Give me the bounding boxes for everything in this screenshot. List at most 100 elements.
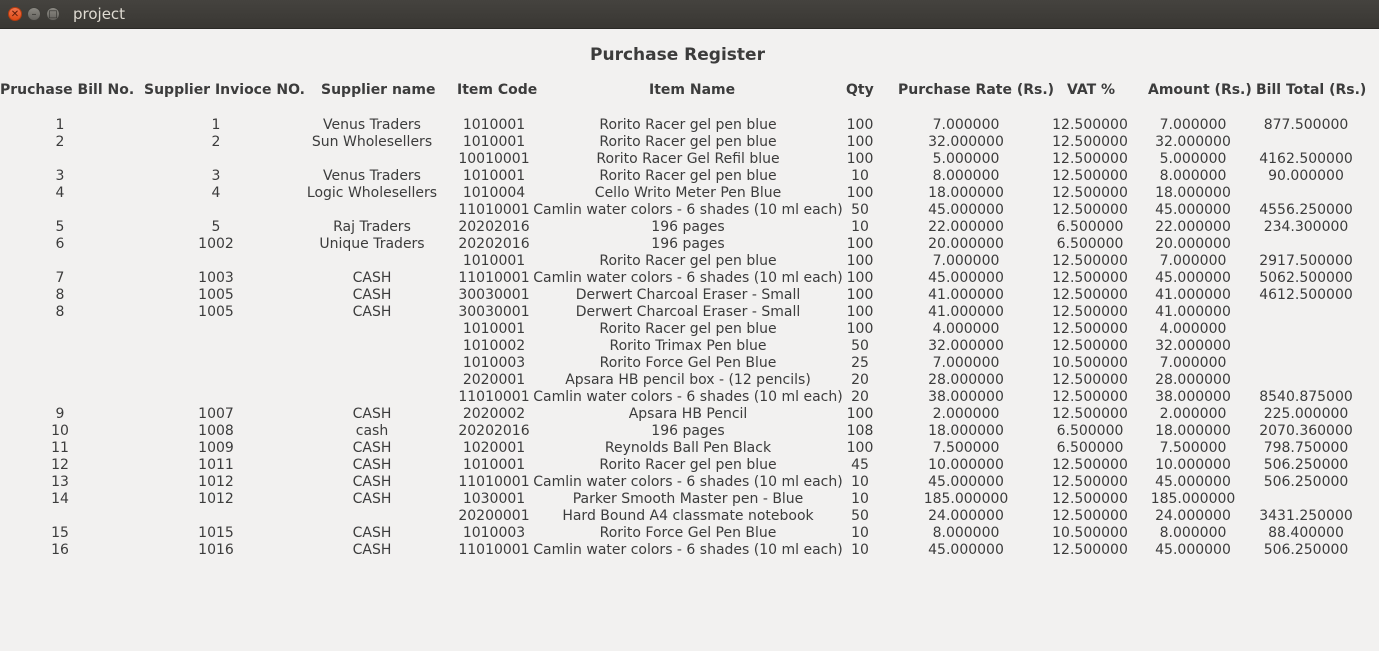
item-name-cell: Rorito Trimax Pen blue bbox=[609, 338, 767, 354]
item-code-cell: 11010001 bbox=[458, 474, 530, 490]
purchase-rate-cell: 7.000000 bbox=[932, 253, 1000, 269]
amount-cell: 28.000000 bbox=[1155, 372, 1231, 388]
table-row: 1010002 Rorito Trimax Pen blue 50 32.000000… bbox=[0, 338, 1379, 355]
invoice-no-cell: 1012 bbox=[198, 474, 234, 490]
bill-total-cell: 8540.875000 bbox=[1259, 389, 1353, 405]
qty-cell: 10 bbox=[851, 474, 869, 490]
bill-no-cell: 2 bbox=[55, 134, 65, 150]
qty-cell: 100 bbox=[846, 117, 874, 133]
item-code-cell: 11010001 bbox=[458, 202, 530, 218]
item-code-cell: 1010001 bbox=[462, 457, 526, 473]
close-icon[interactable]: ✕ bbox=[8, 7, 22, 21]
table-row: 8 1005 CASH 30030001 Derwert Charcoal Eraser… bbox=[0, 304, 1379, 321]
bill-no-cell: 5 bbox=[55, 219, 65, 235]
purchase-rate-cell: 24.000000 bbox=[928, 508, 1004, 524]
purchase-rate-cell: 7.000000 bbox=[932, 117, 1000, 133]
item-code-cell: 20202016 bbox=[458, 219, 530, 235]
purchase-rate-cell: 7.500000 bbox=[932, 440, 1000, 456]
bill-no-cell: 13 bbox=[51, 474, 69, 490]
vat-cell: 10.500000 bbox=[1052, 355, 1128, 371]
qty-cell: 10 bbox=[851, 168, 869, 184]
item-name-cell: Rorito Racer gel pen blue bbox=[599, 168, 777, 184]
minimize-icon[interactable]: – bbox=[27, 7, 41, 21]
supplier-name-cell: Sun Wholesellers bbox=[311, 134, 433, 150]
item-name-cell: Rorito Racer gel pen blue bbox=[599, 457, 777, 473]
amount-cell: 18.000000 bbox=[1155, 423, 1231, 439]
vat-cell: 12.500000 bbox=[1052, 372, 1128, 388]
item-code-cell: 30030001 bbox=[458, 287, 530, 303]
column-header-bill-no: Pruchase Bill No. bbox=[0, 82, 135, 98]
item-code-cell: 1010003 bbox=[462, 355, 526, 371]
maximize-icon[interactable]: □ bbox=[46, 7, 60, 21]
qty-cell: 100 bbox=[846, 134, 874, 150]
item-name-cell: Apsara HB Pencil bbox=[628, 406, 748, 422]
item-name-cell: Rorito Racer gel pen blue bbox=[599, 321, 777, 337]
item-code-cell: 1010004 bbox=[462, 185, 526, 201]
bill-total-cell: 88.400000 bbox=[1268, 525, 1344, 541]
table-row: 8 1005 CASH 30030001 Derwert Charcoal Eraser… bbox=[0, 287, 1379, 304]
vat-cell: 12.500000 bbox=[1052, 406, 1128, 422]
amount-cell: 8.000000 bbox=[1159, 525, 1227, 541]
table-row: 10010001 Rorito Racer Gel Refil blue 100 5.… bbox=[0, 151, 1379, 168]
qty-cell: 100 bbox=[846, 270, 874, 286]
item-code-cell: 20202016 bbox=[458, 423, 530, 439]
bill-no-cell: 10 bbox=[51, 423, 69, 439]
purchase-rate-cell: 18.000000 bbox=[928, 423, 1004, 439]
table-row: 3 3 Venus Traders 1010001 Rorito Racer gel p… bbox=[0, 168, 1379, 185]
item-code-cell: 11010001 bbox=[458, 270, 530, 286]
table-row: 15 1015 CASH 1010003 Rorito Force Gel Pen Bl… bbox=[0, 525, 1379, 542]
vat-cell: 12.500000 bbox=[1052, 321, 1128, 337]
purchase-rate-cell: 22.000000 bbox=[928, 219, 1004, 235]
item-code-cell: 1010001 bbox=[462, 117, 526, 133]
qty-cell: 25 bbox=[851, 355, 869, 371]
column-header-purchase-rate: Purchase Rate (Rs.) bbox=[898, 82, 1055, 98]
supplier-name-cell: CASH bbox=[352, 270, 392, 286]
amount-cell: 4.000000 bbox=[1159, 321, 1227, 337]
item-name-cell: Reynolds Ball Pen Black bbox=[604, 440, 772, 456]
item-name-cell: Rorito Racer Gel Refil blue bbox=[596, 151, 780, 167]
amount-cell: 38.000000 bbox=[1155, 389, 1231, 405]
bill-no-cell: 14 bbox=[51, 491, 69, 507]
item-code-cell: 30030001 bbox=[458, 304, 530, 320]
purchase-rate-cell: 7.000000 bbox=[932, 355, 1000, 371]
amount-cell: 7.000000 bbox=[1159, 117, 1227, 133]
window-title: project bbox=[73, 5, 126, 23]
purchase-rate-cell: 45.000000 bbox=[928, 270, 1004, 286]
bill-total-cell: 877.500000 bbox=[1263, 117, 1349, 133]
purchase-rate-cell: 5.000000 bbox=[932, 151, 1000, 167]
supplier-name-cell: CASH bbox=[352, 491, 392, 507]
invoice-no-cell: 1015 bbox=[198, 525, 234, 541]
column-header-item-code: Item Code bbox=[457, 82, 538, 98]
table-row: 5 5 Raj Traders 20202016 196 pages 10 22.00000… bbox=[0, 219, 1379, 236]
table-row: 9 1007 CASH 2020002 Apsara HB Pencil 100 2.000… bbox=[0, 406, 1379, 423]
bill-no-cell: 6 bbox=[55, 236, 65, 252]
supplier-name-cell: CASH bbox=[352, 457, 392, 473]
window-titlebar: ✕ – □ project bbox=[0, 0, 1379, 29]
item-code-cell: 2020001 bbox=[462, 372, 526, 388]
purchase-rate-cell: 45.000000 bbox=[928, 542, 1004, 558]
purchase-rate-cell: 8.000000 bbox=[932, 525, 1000, 541]
amount-cell: 32.000000 bbox=[1155, 134, 1231, 150]
item-name-cell: Camlin water colors - 6 shades (10 ml ea… bbox=[533, 270, 843, 286]
bill-no-cell: 11 bbox=[51, 440, 69, 456]
item-name-cell: Camlin water colors - 6 shades (10 ml ea… bbox=[533, 202, 843, 218]
vat-cell: 12.500000 bbox=[1052, 253, 1128, 269]
table-row: 2020001 Apsara HB pencil box - (12 pencil… bbox=[0, 372, 1379, 389]
vat-cell: 6.500000 bbox=[1056, 440, 1124, 456]
amount-cell: 7.000000 bbox=[1159, 253, 1227, 269]
item-code-cell: 1010001 bbox=[462, 253, 526, 269]
item-code-cell: 1010001 bbox=[462, 134, 526, 150]
table-row: 2 2 Sun Wholesellers 1010001 Rorito Racer ge… bbox=[0, 134, 1379, 151]
column-header-qty: Qty bbox=[846, 82, 874, 98]
bill-total-cell: 225.000000 bbox=[1263, 406, 1349, 422]
item-name-cell: 196 pages bbox=[651, 219, 725, 235]
qty-cell: 100 bbox=[846, 287, 874, 303]
invoice-no-cell: 1009 bbox=[198, 440, 234, 456]
bill-no-cell: 8 bbox=[55, 304, 65, 320]
vat-cell: 12.500000 bbox=[1052, 202, 1128, 218]
item-name-cell: Apsara HB pencil box - (12 pencils) bbox=[565, 372, 811, 388]
item-code-cell: 1010002 bbox=[462, 338, 526, 354]
purchase-rate-cell: 8.000000 bbox=[932, 168, 1000, 184]
item-name-cell: Rorito Racer gel pen blue bbox=[599, 253, 777, 269]
supplier-name-cell: CASH bbox=[352, 542, 392, 558]
